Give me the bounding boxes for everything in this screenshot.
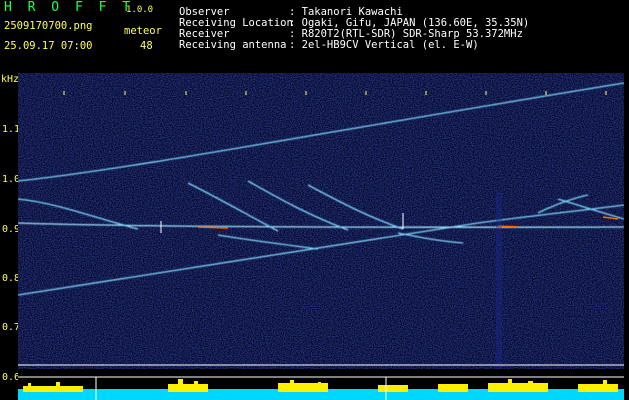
app-logo: H R O F F T [4,0,135,15]
app-version: 1.0.0 [126,5,154,15]
unit-label: kHz [1,74,20,85]
header-panel: H R O F F T 1.0.0 2509170700.png 25.09.1… [0,0,629,72]
filename-label: 2509170700.png [4,20,93,32]
datetime-label: 25.09.17 07:00 [4,40,93,52]
spectrogram [18,73,624,369]
info-antenna-key: Receiving antenna [179,39,287,51]
signal-strength-strip [18,371,624,400]
meteor-label: meteor [124,25,162,37]
meteor-count: 48 [140,40,153,52]
interference-streak [496,193,502,369]
info-antenna-value: : 2el-HB9CV Vertical (el. E-W) [289,39,479,51]
